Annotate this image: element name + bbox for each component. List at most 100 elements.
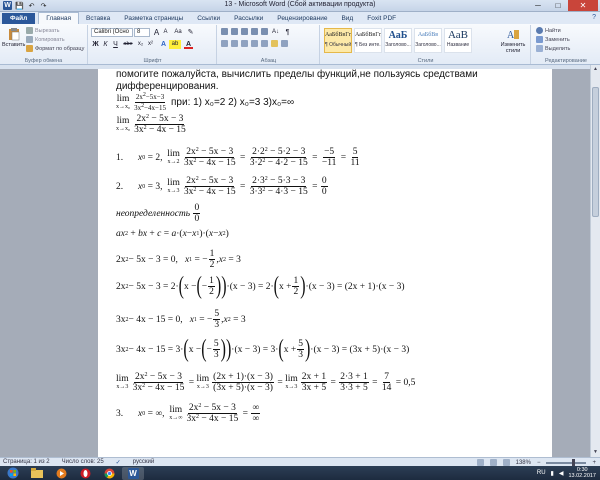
increase-indent-icon[interactable] xyxy=(261,28,268,35)
style-heading-2[interactable]: АаБбВв Заголово... xyxy=(414,28,442,53)
binoculars-icon xyxy=(536,27,543,34)
tab-file[interactable]: Файл xyxy=(2,13,36,24)
volume-icon[interactable]: ◀ xyxy=(559,470,564,477)
network-icon[interactable]: ▮ xyxy=(551,470,554,477)
justify-icon[interactable] xyxy=(251,40,258,47)
style-sample: АаБбВвГг, xyxy=(355,32,382,38)
tab-mailings[interactable]: Рассылки xyxy=(227,13,270,24)
bullets-icon[interactable] xyxy=(221,28,228,35)
copy-button[interactable]: Копировать xyxy=(26,36,65,43)
folder-icon xyxy=(31,468,43,478)
limit-operator: lim x→x₀ xyxy=(116,94,131,110)
taskbar-media[interactable] xyxy=(50,467,72,480)
vertical-scrollbar[interactable]: ▲ ▼ xyxy=(590,65,600,457)
ribbon-tabs: Файл Главная Вставка Разметка страницы С… xyxy=(0,12,600,24)
strikethrough-button[interactable]: abe xyxy=(121,40,135,49)
tab-home[interactable]: Главная xyxy=(38,12,80,24)
help-icon[interactable]: ? xyxy=(592,14,596,21)
align-center-icon[interactable] xyxy=(231,40,238,47)
show-formatting-button[interactable]: ¶ xyxy=(283,28,292,37)
select-button[interactable]: Выделить xyxy=(536,45,570,52)
replace-icon xyxy=(536,36,543,43)
scroll-up-icon[interactable]: ▲ xyxy=(592,66,599,73)
proofing-icon[interactable]: ✓ xyxy=(116,459,121,466)
windows-logo-icon xyxy=(7,467,19,479)
word-icon: W xyxy=(127,467,139,479)
style-no-spacing[interactable]: АаБбВвГг, ¶ Без инте... xyxy=(354,28,382,53)
italic-button[interactable]: К xyxy=(101,40,110,49)
tab-foxit-pdf[interactable]: Foxit PDF xyxy=(360,13,403,24)
change-case-button[interactable]: Aa xyxy=(172,28,184,37)
view-reading-icon[interactable] xyxy=(489,459,497,466)
view-print-layout-icon[interactable] xyxy=(476,459,484,466)
formula-case-2: 2. x 0 = 3, lim x→3 2x2 − 5x − 3 3x2 − 4x − … xyxy=(116,176,328,197)
font-name-field[interactable]: Calibri (Осно xyxy=(91,28,133,37)
style-title[interactable]: АаВ Название xyxy=(444,28,472,53)
shading-icon[interactable] xyxy=(271,40,278,47)
view-web-icon[interactable] xyxy=(502,459,510,466)
change-styles-button[interactable]: A Изменить стили xyxy=(497,27,529,54)
group-label-paragraph: Абзац xyxy=(260,58,277,64)
tab-view[interactable]: Вид xyxy=(334,13,360,24)
paste-button[interactable]: Вставить xyxy=(2,27,25,48)
subscript-button[interactable]: x₂ xyxy=(136,40,145,49)
font-size-field[interactable]: 8 xyxy=(134,28,150,37)
line-spacing-icon[interactable] xyxy=(261,40,268,47)
format-painter-label: Формат по образцу xyxy=(35,45,85,52)
tab-references[interactable]: Ссылки xyxy=(190,13,227,24)
formula-roots-numerator: 2x 2 − 5x − 3 = 0, x1 = − 12, x2 = 3 xyxy=(116,249,241,270)
zoom-level[interactable]: 138% xyxy=(516,460,531,466)
ribbon: Вставить Вырезать Копировать Формат по о… xyxy=(0,24,600,65)
language-indicator[interactable]: русский xyxy=(133,459,155,466)
taskbar-chrome[interactable] xyxy=(98,467,120,480)
numbering-icon[interactable] xyxy=(231,28,238,35)
replace-button[interactable]: Заменить xyxy=(536,36,570,43)
style-heading-1[interactable]: АаБ Заголово... xyxy=(384,28,412,53)
underline-button[interactable]: Ч xyxy=(111,40,120,49)
zoom-slider[interactable] xyxy=(546,458,587,467)
font-color-button[interactable]: A xyxy=(184,40,193,49)
tab-review[interactable]: Рецензирование xyxy=(270,13,334,24)
superscript-button[interactable]: x² xyxy=(146,40,155,49)
formula-limit-solution: lim x→3 2x2 − 5x − 3 3x2 − 4x − 15 = lim x→… xyxy=(116,372,416,393)
taskbar-word[interactable]: W xyxy=(122,466,144,480)
formula-indeterminate: неопределенность 00 xyxy=(116,203,201,224)
decrease-indent-icon[interactable] xyxy=(251,28,258,35)
style-normal[interactable]: АаБбВвГг, ¶ Обычный xyxy=(324,28,352,53)
document-page[interactable]: помогите пожалуйста, вычислить пределы ф… xyxy=(98,69,552,457)
formula-case-1: 1. x 0 = 2, lim x→2 2x2 − 5x − 3 3x2 − 4x − … xyxy=(116,147,360,168)
scroll-thumb[interactable] xyxy=(592,87,599,217)
page-count[interactable]: Страница: 1 из 2 xyxy=(3,459,50,466)
align-left-icon[interactable] xyxy=(221,40,228,47)
grow-font-button[interactable]: A xyxy=(152,28,161,37)
cut-button[interactable]: Вырезать xyxy=(26,27,59,34)
clear-formatting-button[interactable]: ✎ xyxy=(186,28,195,37)
multilevel-list-icon[interactable] xyxy=(241,28,248,35)
align-right-icon[interactable] xyxy=(241,40,248,47)
format-painter-button[interactable]: Формат по образцу xyxy=(26,45,84,52)
close-button[interactable]: ✕ xyxy=(568,0,598,11)
indeterminate-label: неопределенность xyxy=(116,208,191,219)
tab-page-layout[interactable]: Разметка страницы xyxy=(117,13,190,24)
borders-icon[interactable] xyxy=(281,40,288,47)
group-label-clipboard: Буфер обмена xyxy=(24,58,63,64)
zoom-out-button[interactable]: − xyxy=(537,460,541,466)
taskbar-opera[interactable] xyxy=(74,467,96,480)
word-count[interactable]: Число слов: 25 xyxy=(62,459,104,466)
tab-insert[interactable]: Вставка xyxy=(79,13,117,24)
highlight-button[interactable]: ab xyxy=(169,40,181,49)
find-button[interactable]: Найти xyxy=(536,27,561,34)
zoom-in-button[interactable]: + xyxy=(592,460,596,466)
shrink-font-button[interactable]: A xyxy=(161,28,170,37)
text-effects-button[interactable]: A xyxy=(159,40,168,49)
bold-button[interactable]: Ж xyxy=(91,40,100,49)
start-button[interactable] xyxy=(2,467,24,480)
clock[interactable]: 0:30 13.02.2017 xyxy=(568,467,596,479)
taskbar-explorer[interactable] xyxy=(26,467,48,480)
group-font: Calibri (Осно 8 A A Aa ✎ Ж К Ч abe x₂ x²… xyxy=(89,25,217,64)
language-bar[interactable]: RU xyxy=(537,470,546,476)
scroll-down-icon[interactable]: ▼ xyxy=(592,449,599,456)
maximize-button[interactable]: □ xyxy=(548,0,568,11)
minimize-button[interactable]: ─ xyxy=(528,0,548,11)
sort-button[interactable]: А↓ xyxy=(271,28,280,37)
